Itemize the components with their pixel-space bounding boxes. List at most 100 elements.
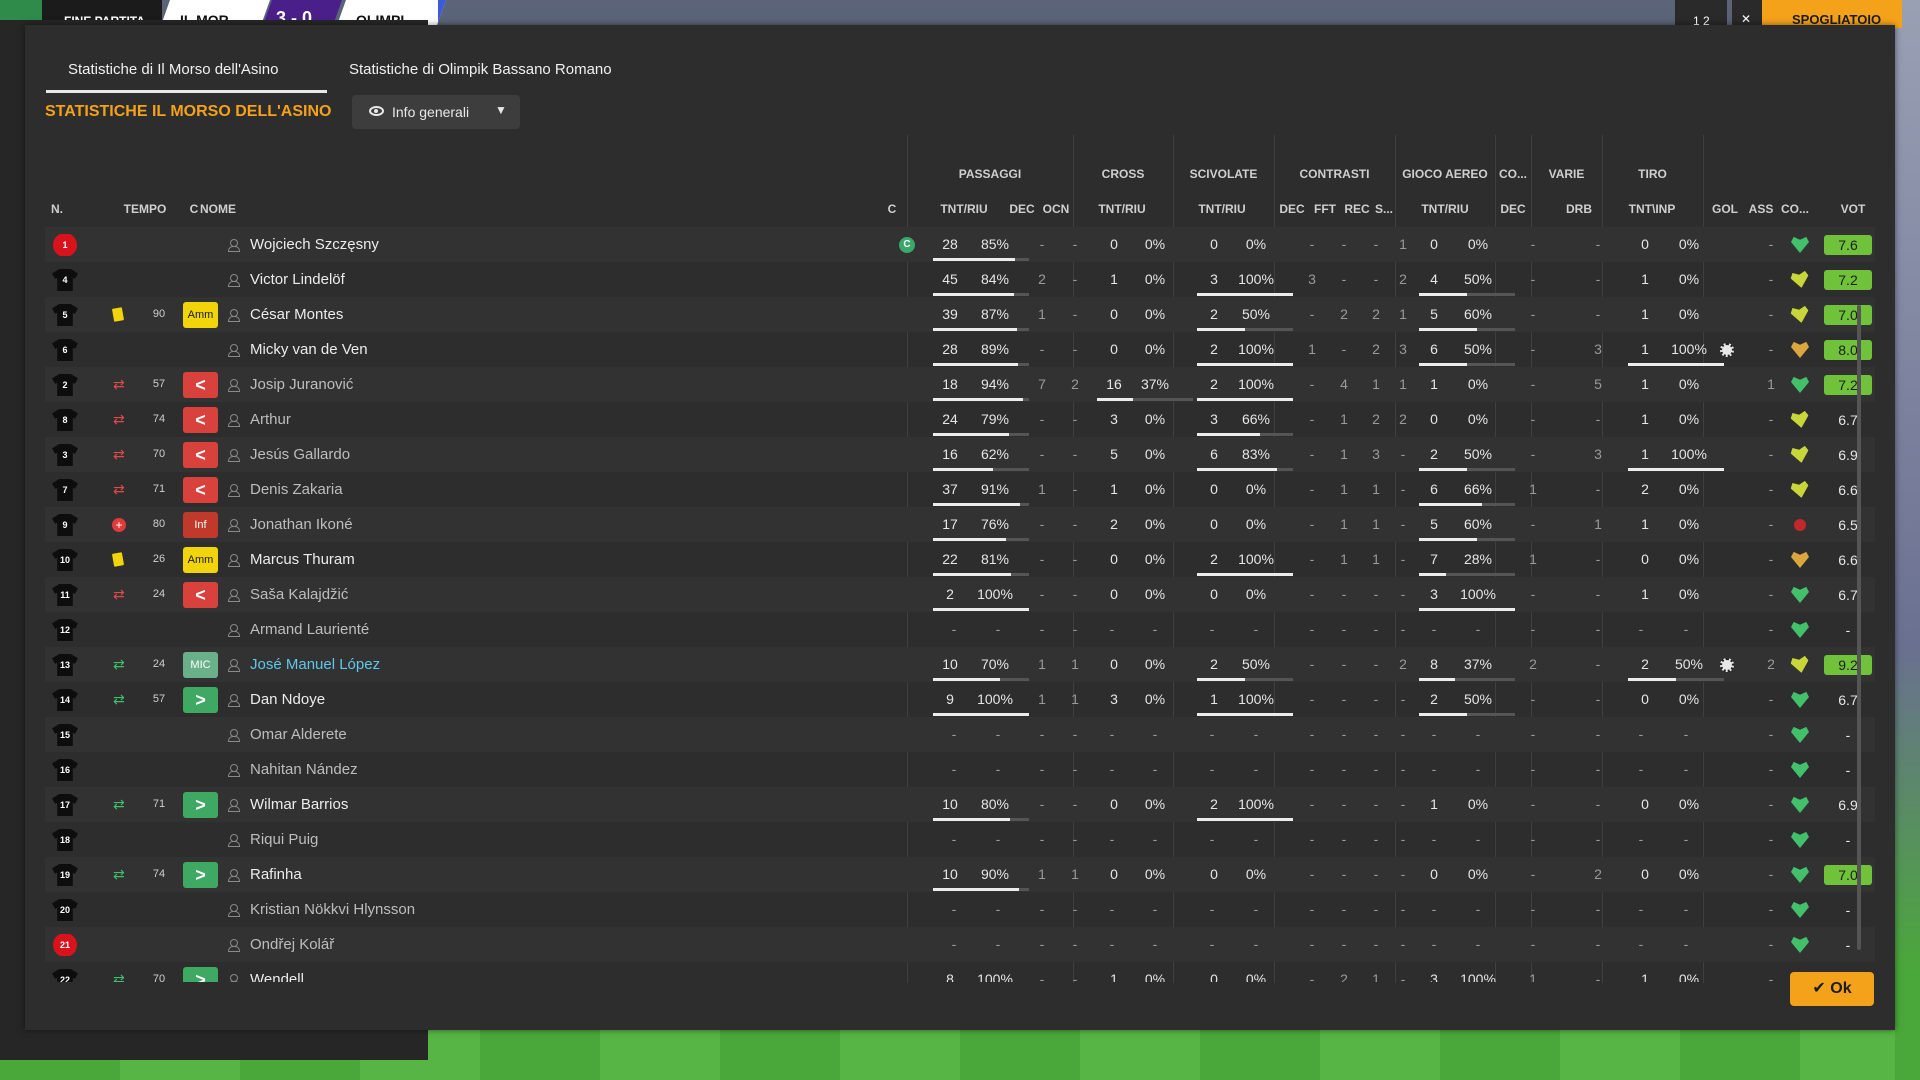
player-name[interactable]: Wojciech Szczęsny — [228, 227, 828, 262]
status-badge[interactable]: > — [183, 792, 218, 818]
col-pass-tnt[interactable]: TNT/RIU — [930, 202, 998, 218]
col-con-s[interactable]: S... — [1372, 202, 1396, 218]
condition-heart-icon — [1790, 480, 1811, 500]
player-name[interactable]: Dan Ndoye — [228, 682, 828, 717]
status-badge[interactable]: > — [183, 967, 218, 982]
dressing-room-button[interactable]: SPOGLIATOIO — [1762, 0, 1902, 28]
topbar-close-button[interactable]: ✕ — [1732, 0, 1762, 28]
table-row[interactable]: 18 Riqui Puig - - - - - - - - - - - - - - - - - - - - — [45, 822, 1875, 857]
col-pass-dec[interactable]: DEC — [1007, 202, 1037, 218]
tab-away-stats[interactable]: Statistiche di Olimpik Bassano Romano — [349, 61, 649, 93]
col-drb[interactable]: DRB — [1564, 202, 1594, 218]
table-row[interactable]: 11 ⇄ 24 < Saša Kalajdžić 2 100% - -0 0% 0 0% - - - -3 10… — [45, 577, 1875, 612]
contrast-dec: - — [1309, 376, 1315, 392]
contrast-fft: 1 — [1340, 551, 1348, 567]
table-row[interactable]: 19 ⇄ 74 > Rafinha 10 90% 1 1 0 0% 0 0% - - - -0 0% -2 0 0% -7… — [45, 857, 1875, 892]
col-pass-ocn[interactable]: OCN — [1040, 202, 1072, 218]
table-row[interactable]: 1 Wojciech Szczęsny C 28 85% - - 0 0% 0 0% - - - 1 0 0% -… — [45, 227, 1875, 262]
table-row[interactable]: 4 Victor Lindelöf 45 84% 2 - 1 0% 3 100% 3 - - 2 4 50% -… — [45, 262, 1875, 297]
player-name[interactable]: Riqui Puig — [228, 822, 828, 857]
col-nome[interactable]: NOME — [200, 202, 260, 218]
table-row[interactable]: 8 ⇄ 74 < Arthur 24 79% - - 3 0% 3 66% - 1 2 2 0 0% - - 1 0% - 6.… — [45, 402, 1875, 437]
contrast-rec: - — [1373, 656, 1379, 672]
table-row[interactable]: 21 Ondřej Kolář - - - - - - - - - - - - - - - - - - - - — [45, 927, 1875, 962]
pass-attempts: 18 — [942, 376, 958, 392]
col-cond[interactable]: CO... — [1777, 202, 1813, 218]
table-row[interactable]: 6 Micky van de Ven 28 89% - - 0 0% 2 100% 1 - 2 3 6 50%… — [45, 332, 1875, 367]
cross-attempts: 0 — [1110, 341, 1118, 357]
col-gol[interactable]: GOL — [1709, 202, 1741, 218]
table-row[interactable]: 9 +80 Inf Jonathan Ikoné 17 76% - - 2 0% 0 0% - 1 1 - 5 6… — [45, 507, 1875, 542]
status-badge[interactable]: < — [183, 477, 218, 503]
table-row[interactable]: 7 ⇄ 71 < Denis Zakaria 37 91% 1 - 1 0% 0 0% - 1 1 - 6 66% 1… — [45, 472, 1875, 507]
player-name[interactable]: Jonathan Ikoné — [228, 507, 828, 542]
table-row[interactable]: 10 26 Amm Marcus Thuram 22 81% - -0 0% 2 100% -1 1-7… — [45, 542, 1875, 577]
col-aereo-tnt[interactable]: TNT/RIU — [1411, 202, 1479, 218]
player-name[interactable]: Arthur — [228, 402, 828, 437]
col-tiro-tnt[interactable]: TNT\INP — [1618, 202, 1686, 218]
player-name[interactable]: Omar Alderete — [228, 717, 828, 752]
col-sciv-tnt[interactable]: TNT/RIU — [1188, 202, 1256, 218]
tab-home-stats[interactable]: Statistiche di Il Morso dell'Asino — [46, 61, 327, 93]
table-row[interactable]: 20 Kristian Nökkvi Hlynsson - - - - - - - - - - - - - -… — [45, 892, 1875, 927]
col-tempo[interactable]: TEMPO — [120, 202, 170, 218]
player-name[interactable]: Nahitan Nández — [228, 752, 828, 787]
player-name[interactable]: Ondřej Kolář — [228, 927, 828, 962]
status-badge[interactable]: Inf — [183, 512, 218, 538]
status-badge[interactable]: > — [183, 687, 218, 713]
empty-stat: - — [1400, 726, 1406, 742]
player-name[interactable]: Jesús Gallardo — [228, 437, 828, 472]
contrast-dec: - — [1309, 691, 1315, 707]
player-name[interactable]: Armand Laurienté — [228, 612, 828, 647]
table-scrollbar[interactable] — [1857, 305, 1861, 950]
table-row[interactable]: 14 ⇄ 57 > Dan Ndoye 9 100% 1 1 3 0% 1 100% - - - - 2 50% - -… — [45, 682, 1875, 717]
status-badge[interactable]: Amm — [183, 302, 218, 328]
tackle-pct: 100% — [1238, 691, 1274, 707]
player-name[interactable]: Wendell — [228, 962, 828, 982]
player-name[interactable]: Josip Juranović — [228, 367, 828, 402]
col-n[interactable]: N. — [51, 202, 81, 218]
status-badge[interactable]: > — [183, 862, 218, 888]
status-badge[interactable]: MIC — [183, 652, 218, 678]
table-row[interactable]: 5 90 Amm César Montes 39 87% 1 - 0 0% 2 50% - 2 2 1 5 60%… — [45, 297, 1875, 332]
col-con-dec[interactable]: DEC — [1277, 202, 1307, 218]
col-con-rec[interactable]: REC — [1341, 202, 1373, 218]
status-badge[interactable]: < — [183, 372, 218, 398]
view-dropdown[interactable]: Info generali ▼ — [352, 95, 520, 129]
table-row[interactable]: 12 Armand Laurienté - - - - - - - - - - - - - - - - - - - - — [45, 612, 1875, 647]
player-name[interactable]: Micky van de Ven — [228, 332, 828, 367]
table-row[interactable]: 2 ⇄ 57 < Josip Juranović 18 94% 7 2 16 37% 2 100% - 4 1… — [45, 367, 1875, 402]
col-cross-tnt[interactable]: TNT/RIU — [1088, 202, 1156, 218]
table-row[interactable]: 17 ⇄ 71 > Wilmar Barrios 10 80% - -0 0% 2 100% - - - -1… — [45, 787, 1875, 822]
table-row[interactable]: 15 Omar Alderete - - - - - - - - - - - - - - - - - - - - — [45, 717, 1875, 752]
player-name[interactable]: Rafinha — [228, 857, 828, 892]
table-row[interactable]: 22 ⇄ 70 > Wendell 8 100% - - 1 0% 0 0% - 2 1 - 3 100% 1 - 1 0%… — [45, 962, 1875, 982]
status-badge[interactable]: < — [183, 582, 218, 608]
empty-stat: - — [1431, 831, 1437, 847]
player-name[interactable]: Saša Kalajdžić — [228, 577, 828, 612]
table-row[interactable]: 16 Nahitan Nández - - - - - - - - - - - - - - - - - - - - — [45, 752, 1875, 787]
aerial-attempts: 4 — [1430, 271, 1438, 287]
player-name[interactable]: Denis Zakaria — [228, 472, 828, 507]
player-name[interactable]: José Manuel López — [228, 647, 828, 682]
ok-button[interactable]: ✔ Ok — [1790, 972, 1874, 1006]
col-vot[interactable]: VOT — [1835, 202, 1871, 218]
table-row[interactable]: 3 ⇄ 70 < Jesús Gallardo 16 62% - -5 0% 6 83% -1 3-2 50… — [45, 437, 1875, 472]
player-name[interactable]: Kristian Nökkvi Hlynsson — [228, 892, 828, 927]
tackle-attempts: 0 — [1210, 866, 1218, 882]
col-co-dec[interactable]: DEC — [1498, 202, 1528, 218]
status-badge[interactable]: < — [183, 407, 218, 433]
col-captain[interactable]: C — [885, 202, 899, 218]
col-con-fft[interactable]: FFT — [1310, 202, 1340, 218]
speed-control[interactable]: 1 2 — [1675, 0, 1727, 28]
status-badge[interactable]: Amm — [183, 547, 218, 573]
pass-pct: 87% — [980, 306, 1010, 322]
col-c[interactable]: C — [187, 202, 201, 218]
player-name[interactable]: César Montes — [228, 297, 828, 332]
col-ass[interactable]: ASS — [1746, 202, 1776, 218]
player-name[interactable]: Victor Lindelöf — [228, 262, 828, 297]
player-name[interactable]: Marcus Thuram — [228, 542, 828, 577]
table-row[interactable]: 13 ⇄ 24 MIC José Manuel López 10 70% 1 1 0 0% 2 50% -… — [45, 647, 1875, 682]
player-name[interactable]: Wilmar Barrios — [228, 787, 828, 822]
status-badge[interactable]: < — [183, 442, 218, 468]
